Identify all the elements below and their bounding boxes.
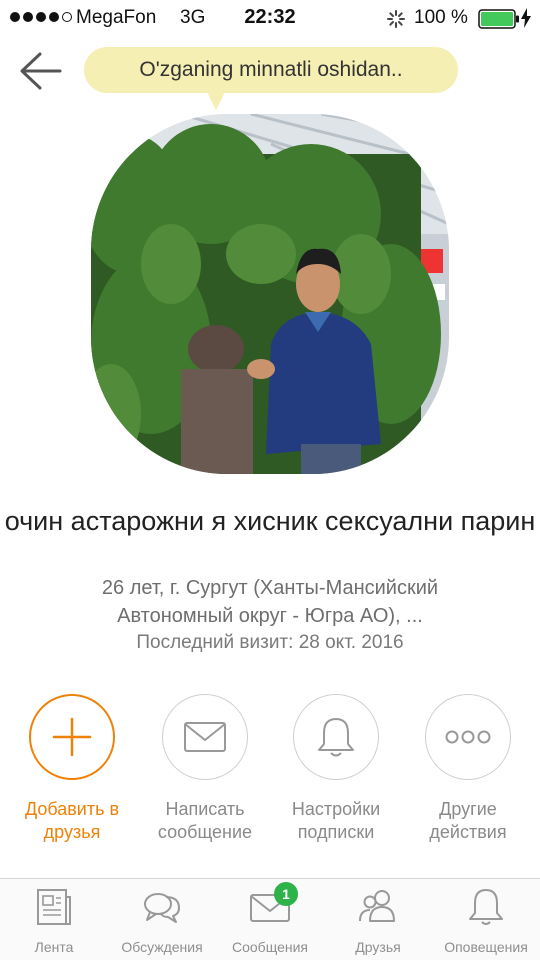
tab-messages[interactable]: 1 Сообщения <box>216 879 324 960</box>
tab-discussions-label: Обсуждения <box>121 939 203 955</box>
envelope-icon <box>184 722 226 752</box>
subscription-settings-label: Настройки подписки <box>291 799 381 842</box>
last-visit: Последний визит: 28 окт. 2016 <box>136 632 404 653</box>
other-actions-label: Другие действия <box>429 799 507 842</box>
bell-icon <box>469 889 503 925</box>
tab-friends[interactable]: Друзья <box>324 879 432 960</box>
profile-info: 26 лет, г. Сургут (Ханты-Мансийский Авто… <box>101 577 439 627</box>
add-friend-label: Добавить в друзья <box>24 799 120 842</box>
tab-notifications[interactable]: Оповещения <box>432 879 540 960</box>
write-message-button[interactable]: Написать сообщение <box>140 694 270 854</box>
tab-bar: Лента Обсуждения 1 Сообщения Друзья Опов… <box>0 878 540 960</box>
status-bar: MegaFon 3G 22:32 100 % <box>0 0 540 36</box>
friends-icon <box>359 890 395 922</box>
other-actions-button[interactable]: Другие действия <box>403 694 533 854</box>
add-friend-button[interactable]: Добавить в друзья <box>7 694 137 854</box>
battery-icon <box>478 9 520 35</box>
profile-photo[interactable] <box>91 114 449 474</box>
back-button[interactable] <box>18 50 64 92</box>
tab-notifications-label: Оповещения <box>444 939 528 955</box>
more-icon <box>445 730 491 744</box>
tab-friends-label: Друзья <box>355 939 401 955</box>
status-text: O'zganing minnatli oshidan.. <box>139 58 403 81</box>
bubble-tail <box>206 90 226 110</box>
other-actions-circle <box>425 694 511 780</box>
messages-badge: 1 <box>274 882 298 906</box>
activity-spinner-icon <box>386 9 406 35</box>
subscription-settings-button[interactable]: Настройки подписки <box>271 694 401 854</box>
add-friend-circle <box>29 694 115 780</box>
battery-percentage: 100 % <box>414 7 468 28</box>
newspaper-icon <box>37 889 71 925</box>
profile-name: очин астарожни я хисник сексуални парин <box>4 506 536 536</box>
tab-feed-label: Лента <box>34 939 74 955</box>
charging-bolt-icon <box>520 8 532 34</box>
tab-messages-label: Сообщения <box>232 939 308 955</box>
write-message-label: Написать сообщение <box>157 799 253 842</box>
plus-icon <box>52 717 92 757</box>
subscription-settings-circle <box>293 694 379 780</box>
tab-discussions[interactable]: Обсуждения <box>108 879 216 960</box>
bell-icon <box>318 718 354 757</box>
status-bubble[interactable]: O'zganing minnatli oshidan.. <box>84 47 458 93</box>
arrow-left-icon <box>20 52 62 90</box>
chat-bubbles-icon <box>144 893 180 923</box>
write-message-circle <box>162 694 248 780</box>
tab-feed[interactable]: Лента <box>0 879 108 960</box>
